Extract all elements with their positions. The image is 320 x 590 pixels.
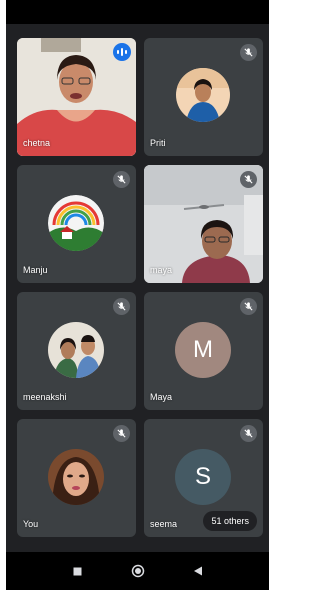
mic-muted-icon — [113, 425, 130, 442]
participant-tile-you[interactable]: You — [17, 419, 136, 537]
participant-name: chetna — [23, 138, 51, 148]
mic-muted-icon — [240, 298, 257, 315]
speaking-indicator-icon — [113, 43, 131, 61]
participant-grid: chetna Priti Manju maya meenakshi M Maya… — [6, 0, 269, 560]
avatar: M — [175, 322, 231, 378]
avatar-initial: S — [194, 463, 211, 490]
avatar — [48, 449, 104, 505]
participant-tile-seema[interactable]: S seema 51 others — [144, 419, 263, 537]
mic-muted-icon — [113, 171, 130, 188]
participant-name: seema — [150, 519, 178, 529]
participant-name: Priti — [150, 138, 166, 148]
participant-tile-maya-video[interactable]: maya — [144, 165, 263, 283]
recents-square-icon[interactable] — [71, 564, 85, 578]
participant-name: Maya — [150, 392, 173, 402]
participant-name: You — [23, 519, 39, 529]
participant-tile-meenakshi[interactable]: meenakshi — [17, 292, 136, 410]
avatar-initial: M — [193, 336, 213, 363]
participant-name: maya — [150, 265, 173, 275]
others-count-button[interactable]: 51 others — [203, 511, 257, 531]
avatar: S — [175, 449, 231, 505]
participant-tile-priti[interactable]: Priti — [144, 38, 263, 156]
participant-name: Manju — [23, 265, 48, 275]
mic-muted-icon — [240, 425, 257, 442]
avatar — [48, 195, 104, 251]
home-circle-icon[interactable] — [131, 564, 145, 578]
participant-tile-maya[interactable]: M Maya — [144, 292, 263, 410]
meet-screen: chetna Priti Manju maya meenakshi M Maya… — [6, 0, 269, 590]
system-nav-bar — [6, 552, 269, 590]
back-triangle-icon[interactable] — [191, 564, 205, 578]
avatar — [176, 68, 230, 122]
mic-muted-icon — [240, 44, 257, 61]
participant-tile-chetna[interactable]: chetna — [17, 38, 136, 156]
participant-tile-manju[interactable]: Manju — [17, 165, 136, 283]
mic-muted-icon — [240, 171, 257, 188]
mic-muted-icon — [113, 298, 130, 315]
participant-name: meenakshi — [23, 392, 67, 402]
avatar — [48, 322, 104, 378]
